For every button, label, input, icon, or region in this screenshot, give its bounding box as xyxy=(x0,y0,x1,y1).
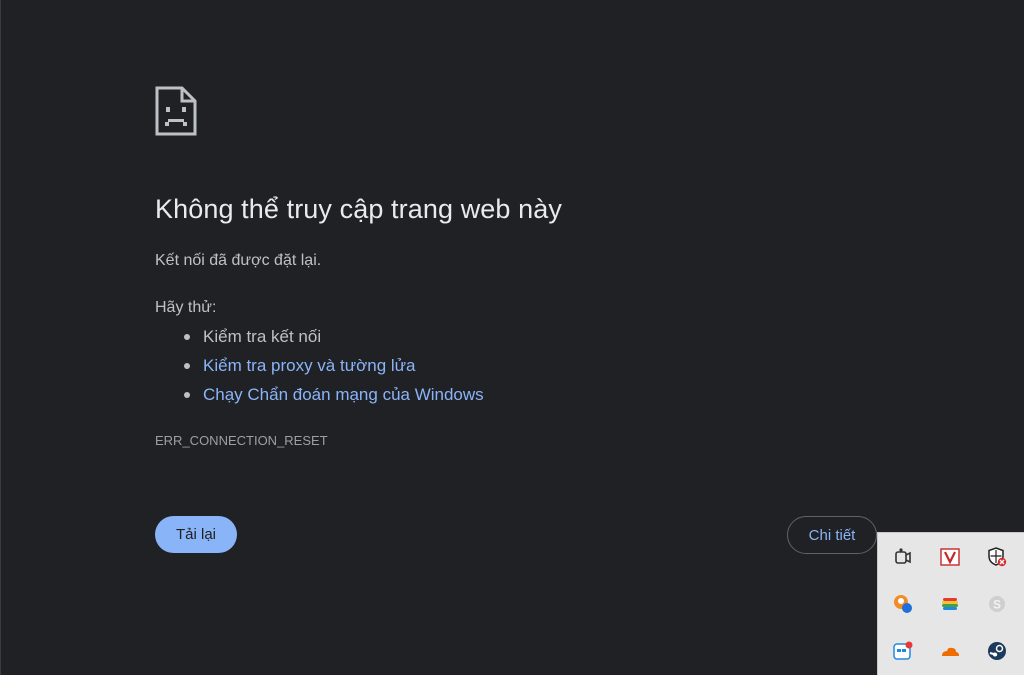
cloud-icon[interactable] xyxy=(938,639,962,663)
rainbow-circle-icon[interactable] xyxy=(938,592,962,616)
bullet xyxy=(184,334,190,340)
suggestion-check-proxy-link[interactable]: Kiểm tra proxy và tường lửa xyxy=(155,353,484,382)
windows-network-diagnostics-link[interactable]: Chạy Chẩn đoán mạng của Windows xyxy=(203,385,484,404)
check-proxy-firewall-link[interactable]: Kiểm tra proxy và tường lửa xyxy=(203,356,415,375)
sad-page-icon xyxy=(154,85,198,137)
suggestion-list: Kiểm tra kết nối Kiểm tra proxy và tường… xyxy=(155,324,484,411)
reload-button[interactable]: Tải lại xyxy=(155,516,237,553)
page-title: Không thể truy cập trang web này xyxy=(155,194,562,224)
window-edge xyxy=(0,0,1,675)
bullet xyxy=(184,363,190,369)
orange-app-icon[interactable] xyxy=(891,592,915,616)
antivirus-v-icon[interactable] xyxy=(938,545,962,569)
steam-icon[interactable] xyxy=(985,639,1009,663)
error-code: ERR_CONNECTION_RESET xyxy=(155,433,328,448)
meet-now-icon[interactable] xyxy=(891,545,915,569)
try-label: Hãy thử: xyxy=(155,299,217,316)
error-description: Kết nối đã được đặt lại. xyxy=(155,252,322,269)
suggestion-check-connection: Kiểm tra kết nối xyxy=(155,324,484,353)
svg-text:S: S xyxy=(993,598,1001,612)
suggestion-network-diagnostics-link[interactable]: Chạy Chẩn đoán mạng của Windows xyxy=(155,382,484,411)
security-shield-icon[interactable] xyxy=(985,545,1009,569)
calendar-app-icon[interactable] xyxy=(891,639,915,663)
details-button[interactable]: Chi tiết xyxy=(787,516,877,554)
browser-error-page: Không thể truy cập trang web này Kết nối… xyxy=(0,0,1024,675)
bullet xyxy=(184,392,190,398)
system-tray-overflow: S xyxy=(877,532,1024,675)
suggestion-label: Kiểm tra kết nối xyxy=(203,327,322,346)
skype-icon[interactable]: S xyxy=(985,592,1009,616)
